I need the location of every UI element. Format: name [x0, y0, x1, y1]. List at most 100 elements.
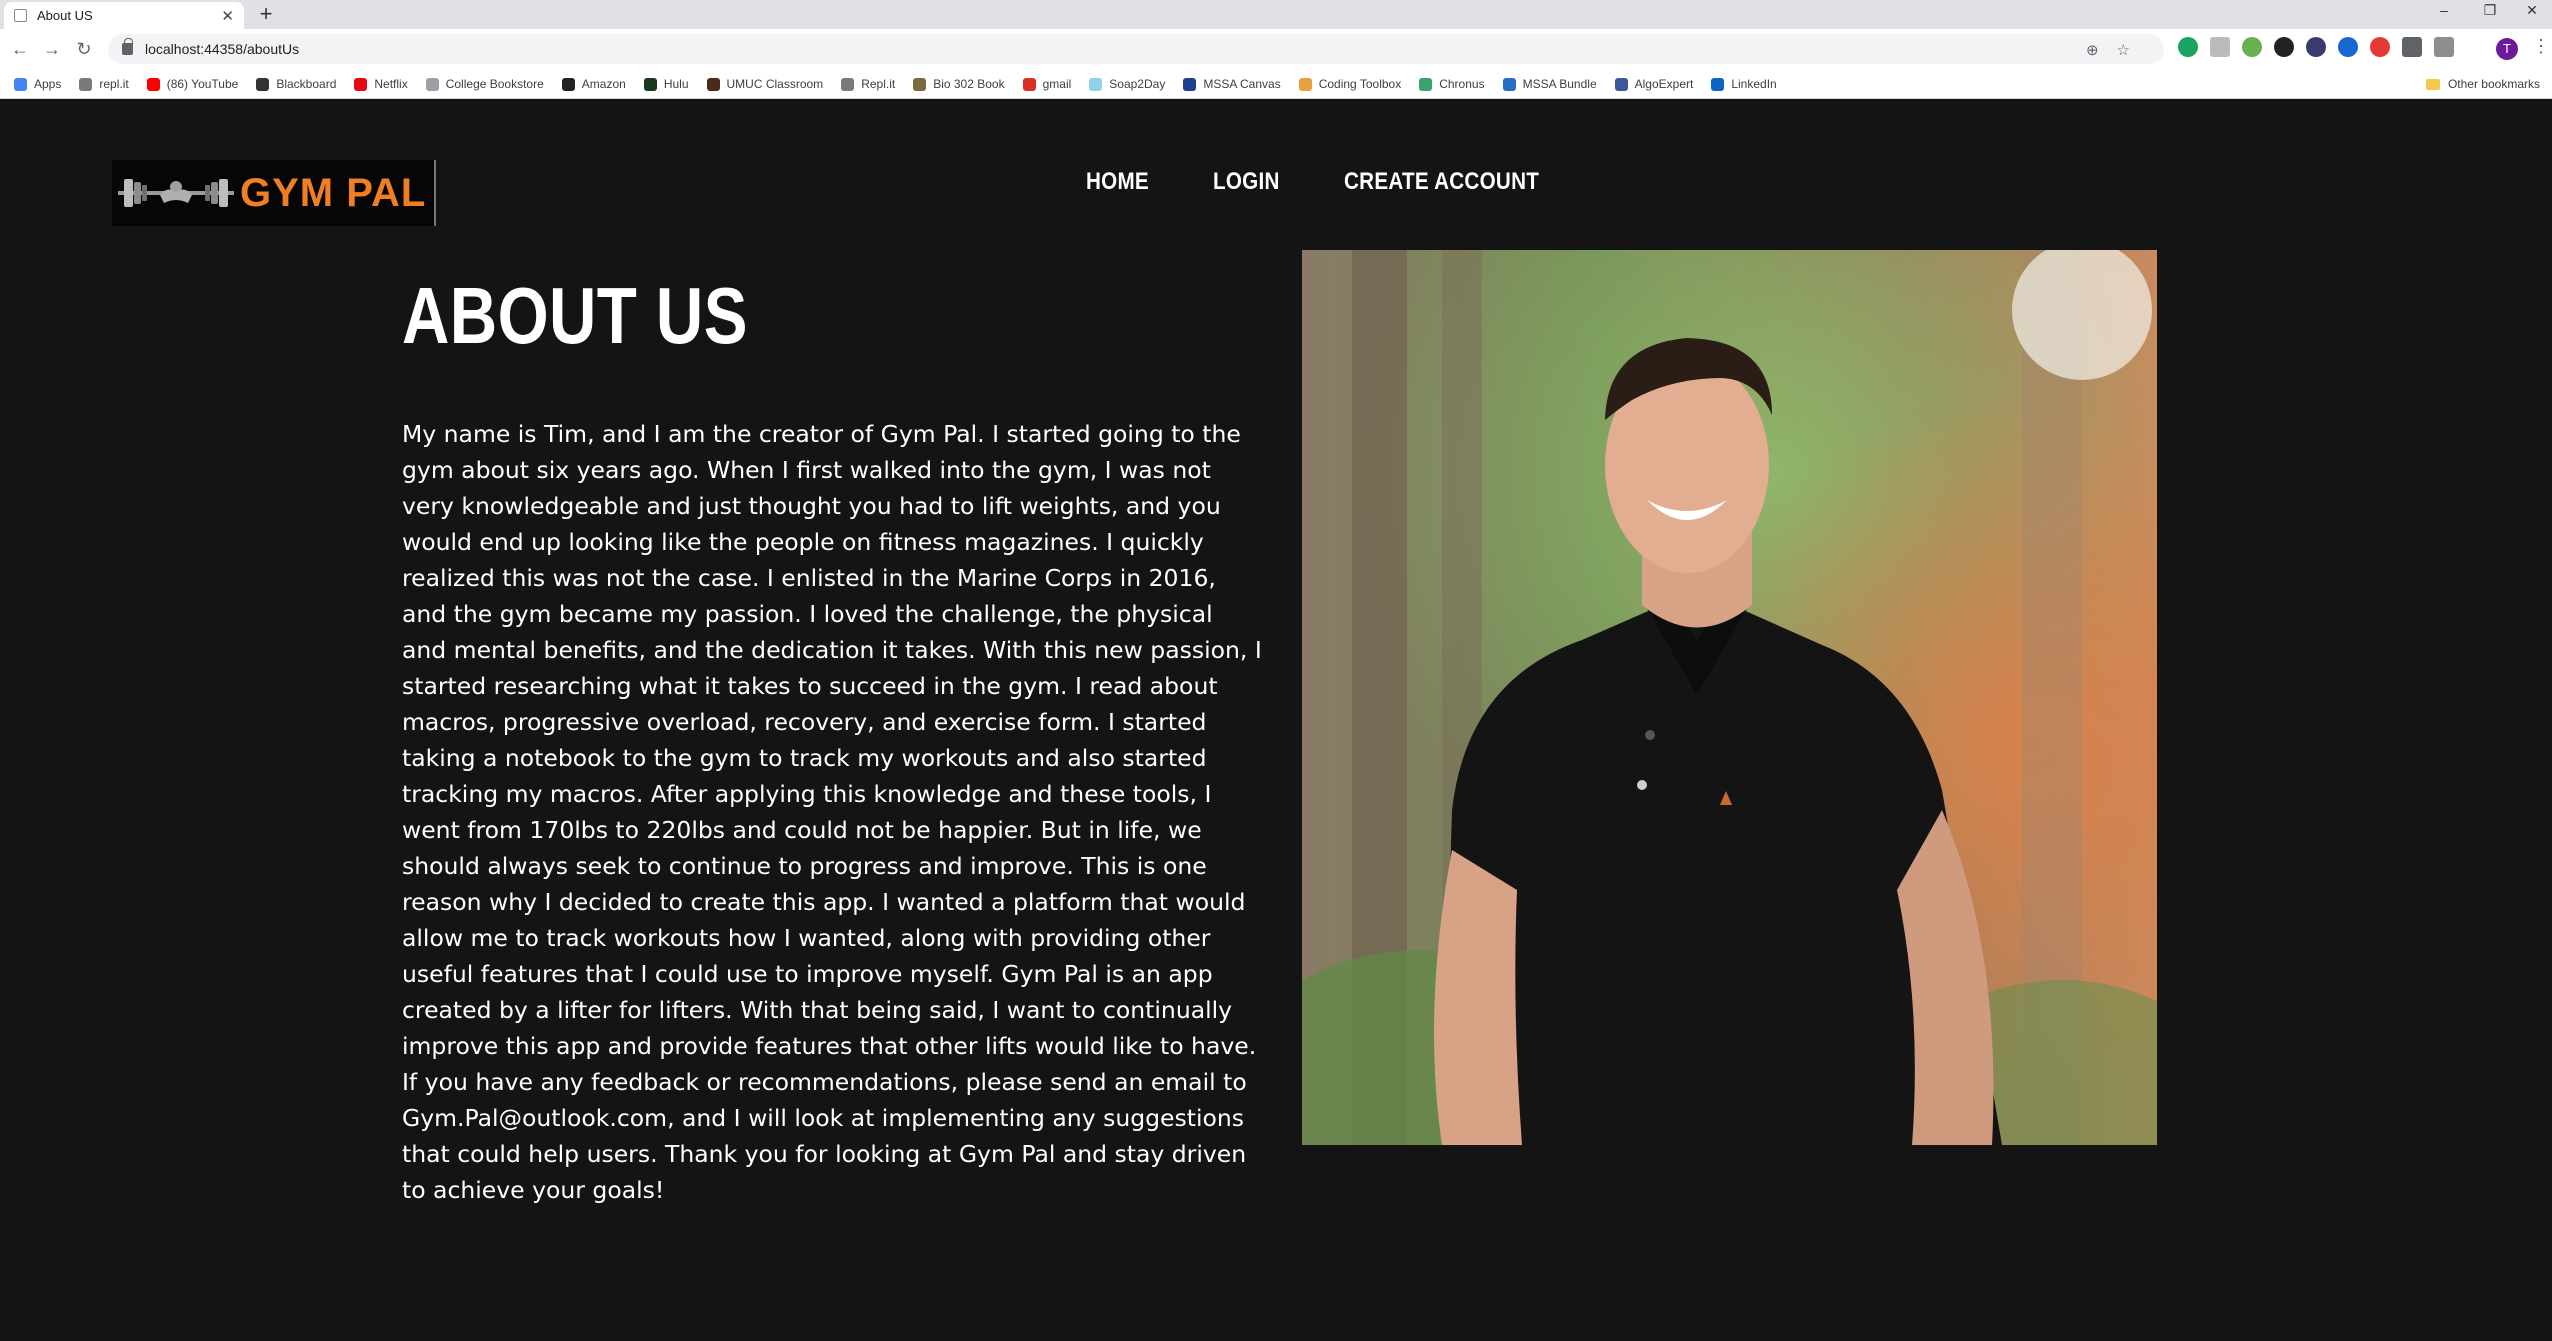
browser-tabstrip: About US ✕ + – ❐ ✕ [0, 0, 2552, 29]
bookmark-label: Coding Toolbox [1318, 77, 1402, 91]
nav-login-link[interactable]: LOGIN [1213, 168, 1280, 196]
page-icon [425, 77, 439, 91]
nav-home-link[interactable]: HOME [1086, 168, 1149, 196]
bookmark-item[interactable]: Amazon [561, 77, 626, 91]
bookmark-label: LinkedIn [1731, 77, 1777, 91]
youtube-icon [146, 77, 160, 91]
bookmark-label: gmail [1042, 77, 1072, 91]
bookmark-label: AlgoExpert [1634, 77, 1694, 91]
star-icon[interactable]: ☆ [2117, 42, 2148, 59]
extensions-puzzle-icon[interactable] [2402, 37, 2422, 57]
bookmark-item[interactable]: Soap2Day [1089, 77, 1165, 91]
bookmark-item[interactable]: Apps [14, 77, 61, 91]
tab-close-icon[interactable]: ✕ [221, 7, 234, 25]
bookmark-item[interactable]: MSSA Bundle [1502, 77, 1597, 91]
gmail-icon [1022, 77, 1036, 91]
bookmark-item[interactable]: Hulu [643, 77, 689, 91]
bookmark-label: Soap2Day [1109, 77, 1166, 91]
algoexpert-icon [1614, 77, 1628, 91]
folder-icon [2425, 78, 2440, 90]
extension-grammarly-icon[interactable] [2178, 37, 2198, 57]
bookmark-label: Hulu [663, 77, 689, 91]
omnibox-actions: ⊕☆ [2086, 41, 2148, 59]
hulu-icon [643, 77, 657, 91]
nav-create-account-wrapper: CREATE ACCOUNT [1344, 168, 1571, 198]
bookmark-item[interactable]: gmail [1022, 77, 1072, 91]
nav-login-wrapper: LOGIN [1213, 168, 1291, 198]
bundle-icon [1502, 77, 1516, 91]
forward-button[interactable]: → [40, 37, 64, 61]
extension-leaf-icon[interactable] [2242, 37, 2262, 57]
replit-icon [79, 77, 93, 91]
url-text: localhost:44358/aboutUs [145, 41, 300, 57]
reading-list-icon[interactable] [2434, 37, 2454, 57]
canvas-icon [1183, 77, 1197, 91]
page-body: GYM PAL HOME LOGIN CREATE ACCOUNT ABOUT … [0, 100, 2552, 1341]
bookmark-item[interactable]: Bio 302 Book [913, 77, 1005, 91]
zoom-icon[interactable]: ⊕ [2086, 42, 2117, 59]
extension-dark-icon[interactable] [2274, 37, 2294, 57]
barbell-icon [118, 179, 234, 207]
gym-pal-logo[interactable]: GYM PAL [112, 160, 436, 226]
reload-button[interactable]: ↻ [72, 37, 96, 61]
bookmark-item[interactable]: UMUC Classroom [706, 77, 823, 91]
about-paragraph: My name is Tim, and I am the creator of … [402, 420, 1262, 1204]
bookmark-item[interactable]: Repl.it [841, 77, 895, 91]
profile-photo [1302, 250, 2157, 1145]
page-favicon-icon [14, 9, 27, 22]
bookmark-item[interactable]: College Bookstore [425, 77, 544, 91]
apps-grid-icon [14, 77, 27, 91]
address-bar[interactable]: localhost:44358/aboutUs ⊕☆ [108, 34, 2164, 64]
netflix-icon [354, 77, 368, 91]
person-photo-illustration [1302, 250, 2157, 1145]
bookmark-label: (86) YouTube [166, 77, 239, 91]
bookmarks-bar: Apps repl.it (86) YouTube Blackboard Netflix… [0, 69, 2552, 99]
browser-tab[interactable]: About US ✕ [4, 2, 244, 29]
bookmark-label: Bio 302 Book [933, 77, 1005, 91]
bookmark-item[interactable]: repl.it [79, 77, 129, 91]
toolbox-icon [1298, 77, 1312, 91]
chronus-icon [1419, 77, 1433, 91]
window-close-button[interactable]: ✕ [2512, 2, 2552, 24]
umuc-icon [706, 77, 720, 91]
bookmark-item[interactable]: Coding Toolbox [1298, 77, 1402, 91]
profile-avatar[interactable]: T [2496, 38, 2518, 60]
browser-toolbar: ← → ↻ localhost:44358/aboutUs ⊕☆ T ⋮ [0, 29, 2552, 69]
bookmark-label: Apps [34, 77, 62, 91]
extension-blue-icon[interactable] [2338, 37, 2358, 57]
nav-create-account-link[interactable]: CREATE ACCOUNT [1344, 168, 1539, 196]
other-bookmarks-label: Other bookmarks [2447, 77, 2540, 91]
bookmark-label: Blackboard [276, 77, 337, 91]
linkedin-icon [1711, 77, 1725, 91]
other-bookmarks[interactable]: Other bookmarks [2425, 69, 2540, 99]
bookmark-item[interactable]: LinkedIn [1711, 77, 1777, 91]
tab-title: About US [37, 8, 93, 23]
new-tab-button[interactable]: + [254, 3, 278, 27]
bookmark-label: MSSA Canvas [1203, 77, 1281, 91]
bookmark-item[interactable]: Netflix [354, 77, 408, 91]
replit-icon [841, 77, 855, 91]
bookmark-label: Amazon [581, 77, 626, 91]
bookmark-item[interactable]: Blackboard [256, 77, 336, 91]
page-title: ABOUT US [402, 271, 748, 360]
lock-icon [122, 38, 133, 55]
logo-text: GYM PAL [240, 170, 427, 215]
bookmark-item[interactable]: (86) YouTube [146, 77, 239, 91]
blackboard-icon [256, 77, 270, 91]
bookmark-item[interactable]: Chronus [1419, 77, 1485, 91]
minimize-button[interactable]: – [2424, 2, 2464, 24]
bookmark-item[interactable]: AlgoExpert [1614, 77, 1694, 91]
back-button[interactable]: ← [8, 37, 32, 61]
restore-button[interactable]: ❐ [2470, 2, 2510, 24]
bookmark-label: Chronus [1439, 77, 1485, 91]
book-icon [913, 77, 927, 91]
bookmark-label: College Bookstore [445, 77, 544, 91]
extension-generic-icon[interactable] [2210, 37, 2230, 57]
bookmark-item[interactable]: MSSA Canvas [1183, 77, 1281, 91]
browser-menu-icon[interactable]: ⋮ [2532, 36, 2550, 57]
soap2day-icon [1089, 77, 1103, 91]
bookmark-label: repl.it [99, 77, 129, 91]
extension-opera-icon[interactable] [2370, 37, 2390, 57]
bookmark-label: Repl.it [861, 77, 896, 91]
extension-ghostery-icon[interactable] [2306, 37, 2326, 57]
